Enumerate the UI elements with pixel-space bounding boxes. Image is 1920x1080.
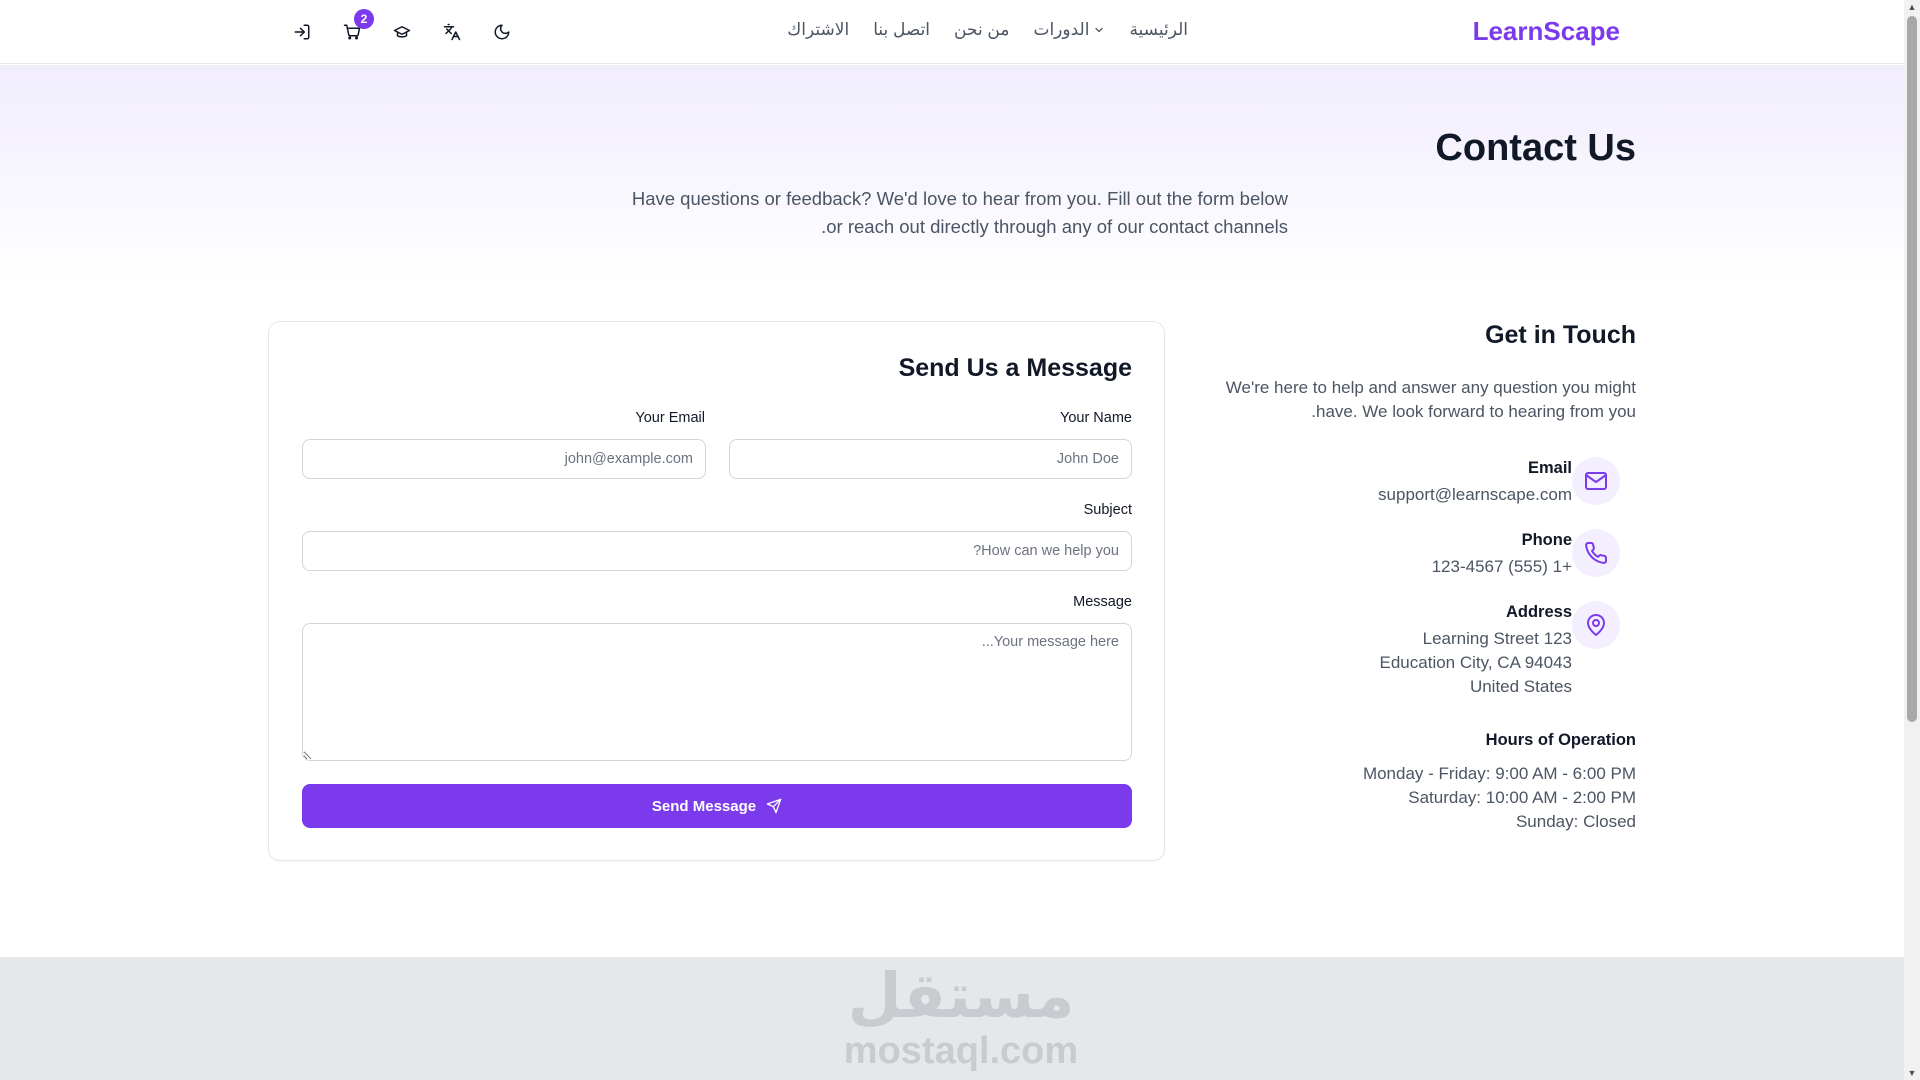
mail-icon <box>1585 472 1607 490</box>
translate-icon <box>443 23 461 41</box>
chevron-down-icon <box>1095 27 1104 33</box>
phone-title: Phone <box>1521 531 1572 549</box>
email-label: Your Email <box>635 410 705 426</box>
map-pin-icon <box>1587 614 1605 636</box>
nav-courses-dropdown[interactable]: الدورات <box>1033 20 1105 40</box>
footer: مستقل mostaql.com <box>0 957 1904 1080</box>
watermark-english: mostaql.com <box>843 1030 1079 1072</box>
hours-sunday: Sunday: Closed <box>1515 812 1636 831</box>
login-button[interactable] <box>292 20 312 44</box>
subject-input[interactable] <box>302 531 1132 571</box>
hours-list: Monday - Friday: 9:00 AM - 6:00 PM Satur… <box>1363 762 1636 834</box>
login-icon <box>294 24 310 40</box>
address-icon-badge <box>1572 601 1620 649</box>
page-title: Contact Us <box>1435 127 1636 169</box>
my-courses-button[interactable] <box>392 20 412 44</box>
nav-courses-label: الدورات <box>1033 20 1090 39</box>
page-scrollbar[interactable]: ▲ ▼ <box>1904 0 1920 1080</box>
name-input[interactable] <box>729 439 1132 479</box>
scrollbar-thumb[interactable] <box>1907 16 1917 722</box>
hours-weekday: Monday - Friday: 9:00 AM - 6:00 PM <box>1362 764 1636 783</box>
contact-page: LearnScape الرئيسية الدورات من نحن اتصل … <box>0 0 1904 1080</box>
email-value[interactable]: support@learnscape.com <box>1378 483 1572 507</box>
hours-title: Hours of Operation <box>1485 731 1636 749</box>
top-navbar: LearnScape الرئيسية الدورات من نحن اتصل … <box>0 0 1904 64</box>
address-line-3: United States <box>1469 677 1572 696</box>
send-message-label: Send Message <box>651 797 757 815</box>
email-input[interactable] <box>302 439 706 479</box>
watermark-arabic: مستقل <box>847 962 1075 1031</box>
phone-icon-badge <box>1572 529 1620 577</box>
message-form-card: Send Us a Message Your Name Your Email S… <box>268 321 1165 861</box>
address-value: 123 Learning Street Education City, CA 9… <box>1380 627 1572 699</box>
theme-toggle[interactable] <box>492 20 512 44</box>
cart-button[interactable]: 2 <box>342 9 374 44</box>
hours-saturday: Saturday: 10:00 AM - 2:00 PM <box>1408 788 1636 807</box>
header-actions: 2 <box>292 9 512 44</box>
phone-value[interactable]: +1 (555) 123-4567 <box>1432 555 1572 579</box>
site-logo[interactable]: LearnScape <box>1473 16 1620 47</box>
nav-about[interactable]: من نحن <box>954 20 1009 40</box>
message-label: Message <box>1073 594 1132 610</box>
nav-subscribe[interactable]: الاشتراك <box>787 20 849 40</box>
message-textarea[interactable] <box>302 623 1132 761</box>
cart-count-badge: 2 <box>354 9 374 29</box>
contact-email-item: Email support@learnscape.com <box>1160 457 1620 507</box>
send-message-button[interactable]: Send Message <box>302 784 1132 828</box>
get-in-touch-title: Get in Touch <box>1485 321 1636 349</box>
address-line-2: Education City, CA 94043 <box>1379 653 1572 672</box>
nav-contact[interactable]: اتصل بنا <box>873 20 930 40</box>
graduation-cap-icon <box>393 26 411 38</box>
contact-address-item: Address 123 Learning Street Education Ci… <box>1160 601 1620 701</box>
mostaql-watermark: مستقل mostaql.com <box>843 957 1079 1071</box>
hero-section: Contact Us Have questions or feedback? W… <box>0 65 1904 280</box>
name-label: Your Name <box>1059 410 1132 426</box>
send-icon <box>766 798 782 814</box>
phone-icon <box>1585 541 1608 564</box>
get-in-touch-lead: We're here to help and answer any questi… <box>1225 378 1636 421</box>
language-toggle[interactable] <box>442 20 462 44</box>
contact-phone-item: Phone +1 (555) 123-4567 <box>1160 529 1620 579</box>
email-icon-badge <box>1572 457 1620 505</box>
scroll-down-arrow[interactable]: ▼ <box>1907 1068 1917 1078</box>
subject-label: Subject <box>1083 502 1132 518</box>
main-nav: الرئيسية الدورات من نحن اتصل بنا الاشترا… <box>787 20 1188 40</box>
scroll-up-arrow[interactable]: ▲ <box>1907 2 1917 12</box>
form-title: Send Us a Message <box>898 354 1132 382</box>
address-title: Address <box>1505 603 1572 621</box>
moon-icon <box>494 24 510 40</box>
address-line-1: 123 Learning Street <box>1422 629 1572 648</box>
page-subtitle: Have questions or feedback? We'd love to… <box>631 188 1288 237</box>
nav-home[interactable]: الرئيسية <box>1129 20 1188 40</box>
email-title: Email <box>1527 459 1572 477</box>
